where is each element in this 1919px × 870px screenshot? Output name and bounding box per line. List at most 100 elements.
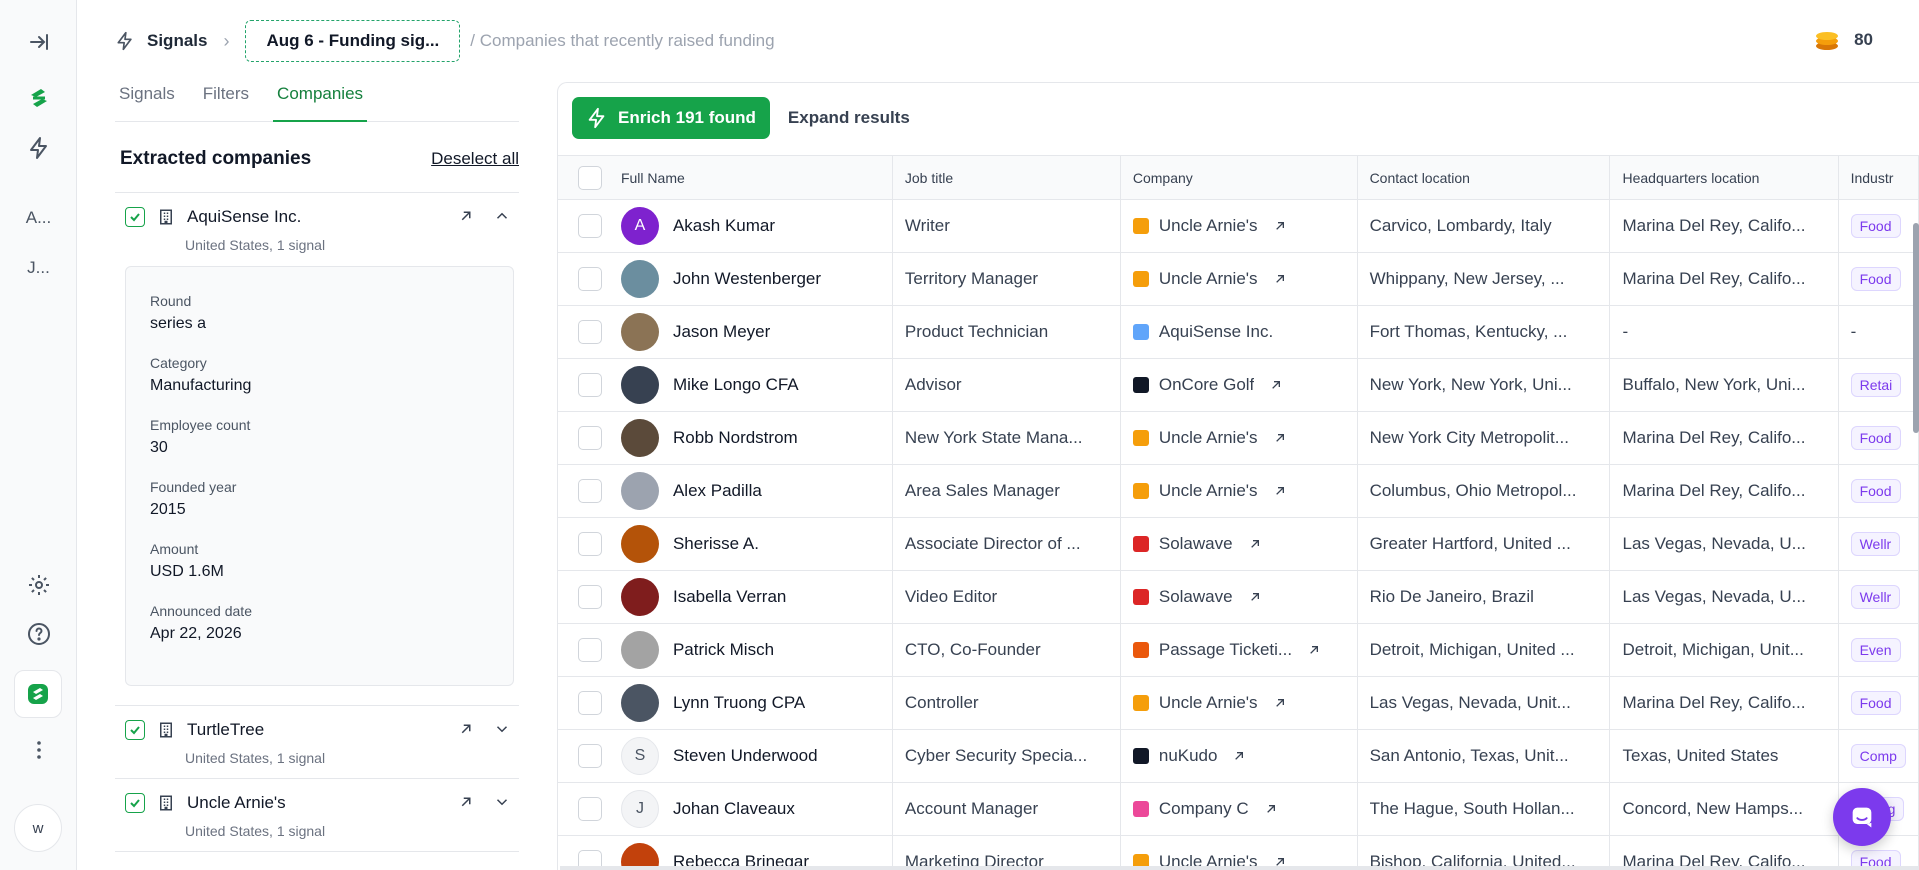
row-checkbox[interactable]	[578, 797, 602, 821]
company-checkbox[interactable]	[125, 720, 145, 740]
rail-item-a[interactable]: A...	[0, 198, 77, 238]
table-row[interactable]: J Johan Claveaux Account Manager Company C T…	[558, 782, 1919, 836]
workspace-logo-icon[interactable]	[14, 670, 62, 718]
expand-results-button[interactable]: Expand results	[780, 108, 918, 128]
table-row[interactable]: John Westenberger Territory Manager Uncle …	[558, 252, 1919, 306]
company-cell[interactable]: Uncle Arnie's	[1120, 411, 1358, 465]
open-external-icon[interactable]	[1231, 748, 1247, 764]
column-header-company[interactable]: Company	[1120, 155, 1358, 200]
open-external-icon[interactable]	[457, 207, 475, 225]
vertical-scrollbar[interactable]	[1913, 223, 1919, 433]
settings-gear-icon[interactable]	[0, 565, 77, 605]
credits-indicator[interactable]: 80	[1814, 28, 1873, 52]
open-external-icon[interactable]	[457, 720, 475, 738]
full-name-cell[interactable]: A Akash Kumar	[608, 199, 893, 253]
full-name-cell[interactable]: Mike Longo CFA	[608, 358, 893, 412]
table-row[interactable]: Lynn Truong CPA Controller Uncle Arnie's La…	[558, 676, 1919, 730]
row-checkbox[interactable]	[578, 426, 602, 450]
table-row[interactable]: S Steven Underwood Cyber Security Specia..…	[558, 729, 1919, 783]
company-checkbox[interactable]	[125, 207, 145, 227]
column-header-job-title[interactable]: Job title	[892, 155, 1121, 200]
table-row[interactable]: Jason Meyer Product Technician AquiSense I…	[558, 305, 1919, 359]
open-external-icon[interactable]	[1263, 801, 1279, 817]
full-name-cell[interactable]: Alex Padilla	[608, 464, 893, 518]
rail-item-j[interactable]: J...	[0, 248, 77, 288]
company-cell[interactable]: Company C	[1120, 782, 1358, 836]
more-vertical-icon[interactable]	[0, 730, 77, 770]
company-cell[interactable]: Uncle Arnie's	[1120, 835, 1358, 870]
open-external-icon[interactable]	[1247, 536, 1263, 552]
chevron-down-icon[interactable]	[493, 793, 511, 811]
full-name-cell[interactable]: S Steven Underwood	[608, 729, 893, 783]
company-cell[interactable]: OnCore Golf	[1120, 358, 1358, 412]
row-checkbox[interactable]	[578, 267, 602, 291]
table-row[interactable]: Isabella Verran Video Editor Solawave Rio D…	[558, 570, 1919, 624]
open-external-icon[interactable]	[1268, 377, 1284, 393]
company-checkbox[interactable]	[125, 793, 145, 813]
column-header-contact-location[interactable]: Contact location	[1357, 155, 1611, 200]
row-checkbox[interactable]	[578, 691, 602, 715]
open-external-icon[interactable]	[1272, 695, 1288, 711]
column-header-full-name[interactable]: Full Name	[608, 155, 893, 200]
breadcrumb-current[interactable]: Aug 6 - Funding sig...	[245, 20, 461, 62]
table-row[interactable]: Rebecca Brinegar Marketing Director Uncle …	[558, 835, 1919, 870]
full-name-cell[interactable]: J Johan Claveaux	[608, 782, 893, 836]
chat-button[interactable]	[1833, 788, 1891, 846]
breadcrumb-root[interactable]: Signals	[115, 31, 207, 51]
table-row[interactable]: Robb Nordstrom New York State Mana... Uncl…	[558, 411, 1919, 465]
full-name-cell[interactable]: Patrick Misch	[608, 623, 893, 677]
open-external-icon[interactable]	[1272, 271, 1288, 287]
company-cell[interactable]: AquiSense Inc.	[1120, 305, 1358, 359]
company-cell[interactable]: Uncle Arnie's	[1120, 464, 1358, 518]
row-checkbox[interactable]	[578, 479, 602, 503]
full-name-cell[interactable]: Isabella Verran	[608, 570, 893, 624]
row-checkbox[interactable]	[578, 320, 602, 344]
open-external-icon[interactable]	[1272, 430, 1288, 446]
full-name-cell[interactable]: Robb Nordstrom	[608, 411, 893, 465]
row-checkbox[interactable]	[578, 744, 602, 768]
chevron-down-icon[interactable]	[493, 720, 511, 738]
chevron-up-icon[interactable]	[493, 207, 511, 225]
full-name-cell[interactable]: Sherisse A.	[608, 517, 893, 571]
open-external-icon[interactable]	[1272, 218, 1288, 234]
company-cell[interactable]: Uncle Arnie's	[1120, 252, 1358, 306]
company-cell[interactable]: Solawave	[1120, 517, 1358, 571]
app-logo-icon[interactable]	[0, 78, 77, 118]
collapse-sidebar-icon[interactable]	[0, 22, 77, 62]
table-row[interactable]: Mike Longo CFA Advisor OnCore Golf New York…	[558, 358, 1919, 412]
table-row[interactable]: A Akash Kumar Writer Uncle Arnie's Carvico, …	[558, 199, 1919, 253]
full-name-cell[interactable]: John Westenberger	[608, 252, 893, 306]
row-checkbox[interactable]	[578, 532, 602, 556]
full-name-cell[interactable]: Rebecca Brinegar	[608, 835, 893, 870]
row-checkbox[interactable]	[578, 373, 602, 397]
row-checkbox[interactable]	[578, 585, 602, 609]
row-checkbox[interactable]	[578, 214, 602, 238]
open-external-icon[interactable]	[1306, 642, 1322, 658]
company-cell[interactable]: Passage Ticketi...	[1120, 623, 1358, 677]
signals-lightning-icon[interactable]	[0, 128, 77, 168]
full-name-cell[interactable]: Jason Meyer	[608, 305, 893, 359]
column-header-hq-location[interactable]: Headquarters location	[1609, 155, 1839, 200]
row-checkbox[interactable]	[578, 638, 602, 662]
table-row[interactable]: Sherisse A. Associate Director of ... Sola…	[558, 517, 1919, 571]
horizontal-scrollbar[interactable]	[560, 866, 1919, 870]
user-avatar[interactable]: w	[14, 804, 62, 852]
tab-signals[interactable]: Signals	[115, 78, 179, 122]
open-external-icon[interactable]	[1247, 589, 1263, 605]
column-header-industry[interactable]: Industr	[1838, 155, 1919, 200]
company-cell[interactable]: nuKudo	[1120, 729, 1358, 783]
enrich-button[interactable]: Enrich 191 found	[572, 97, 770, 139]
tab-companies[interactable]: Companies	[273, 78, 368, 122]
help-icon[interactable]	[0, 614, 77, 654]
select-all-checkbox[interactable]	[578, 165, 602, 190]
open-external-icon[interactable]	[1272, 483, 1288, 499]
open-external-icon[interactable]	[457, 793, 475, 811]
tab-filters[interactable]: Filters	[199, 78, 253, 122]
table-row[interactable]: Alex Padilla Area Sales Manager Uncle Arni…	[558, 464, 1919, 518]
deselect-all-link[interactable]: Deselect all	[431, 149, 519, 169]
company-cell[interactable]: Uncle Arnie's	[1120, 199, 1358, 253]
company-cell[interactable]: Uncle Arnie's	[1120, 676, 1358, 730]
full-name-cell[interactable]: Lynn Truong CPA	[608, 676, 893, 730]
company-cell[interactable]: Solawave	[1120, 570, 1358, 624]
table-row[interactable]: Patrick Misch CTO, Co-Founder Passage Tick…	[558, 623, 1919, 677]
